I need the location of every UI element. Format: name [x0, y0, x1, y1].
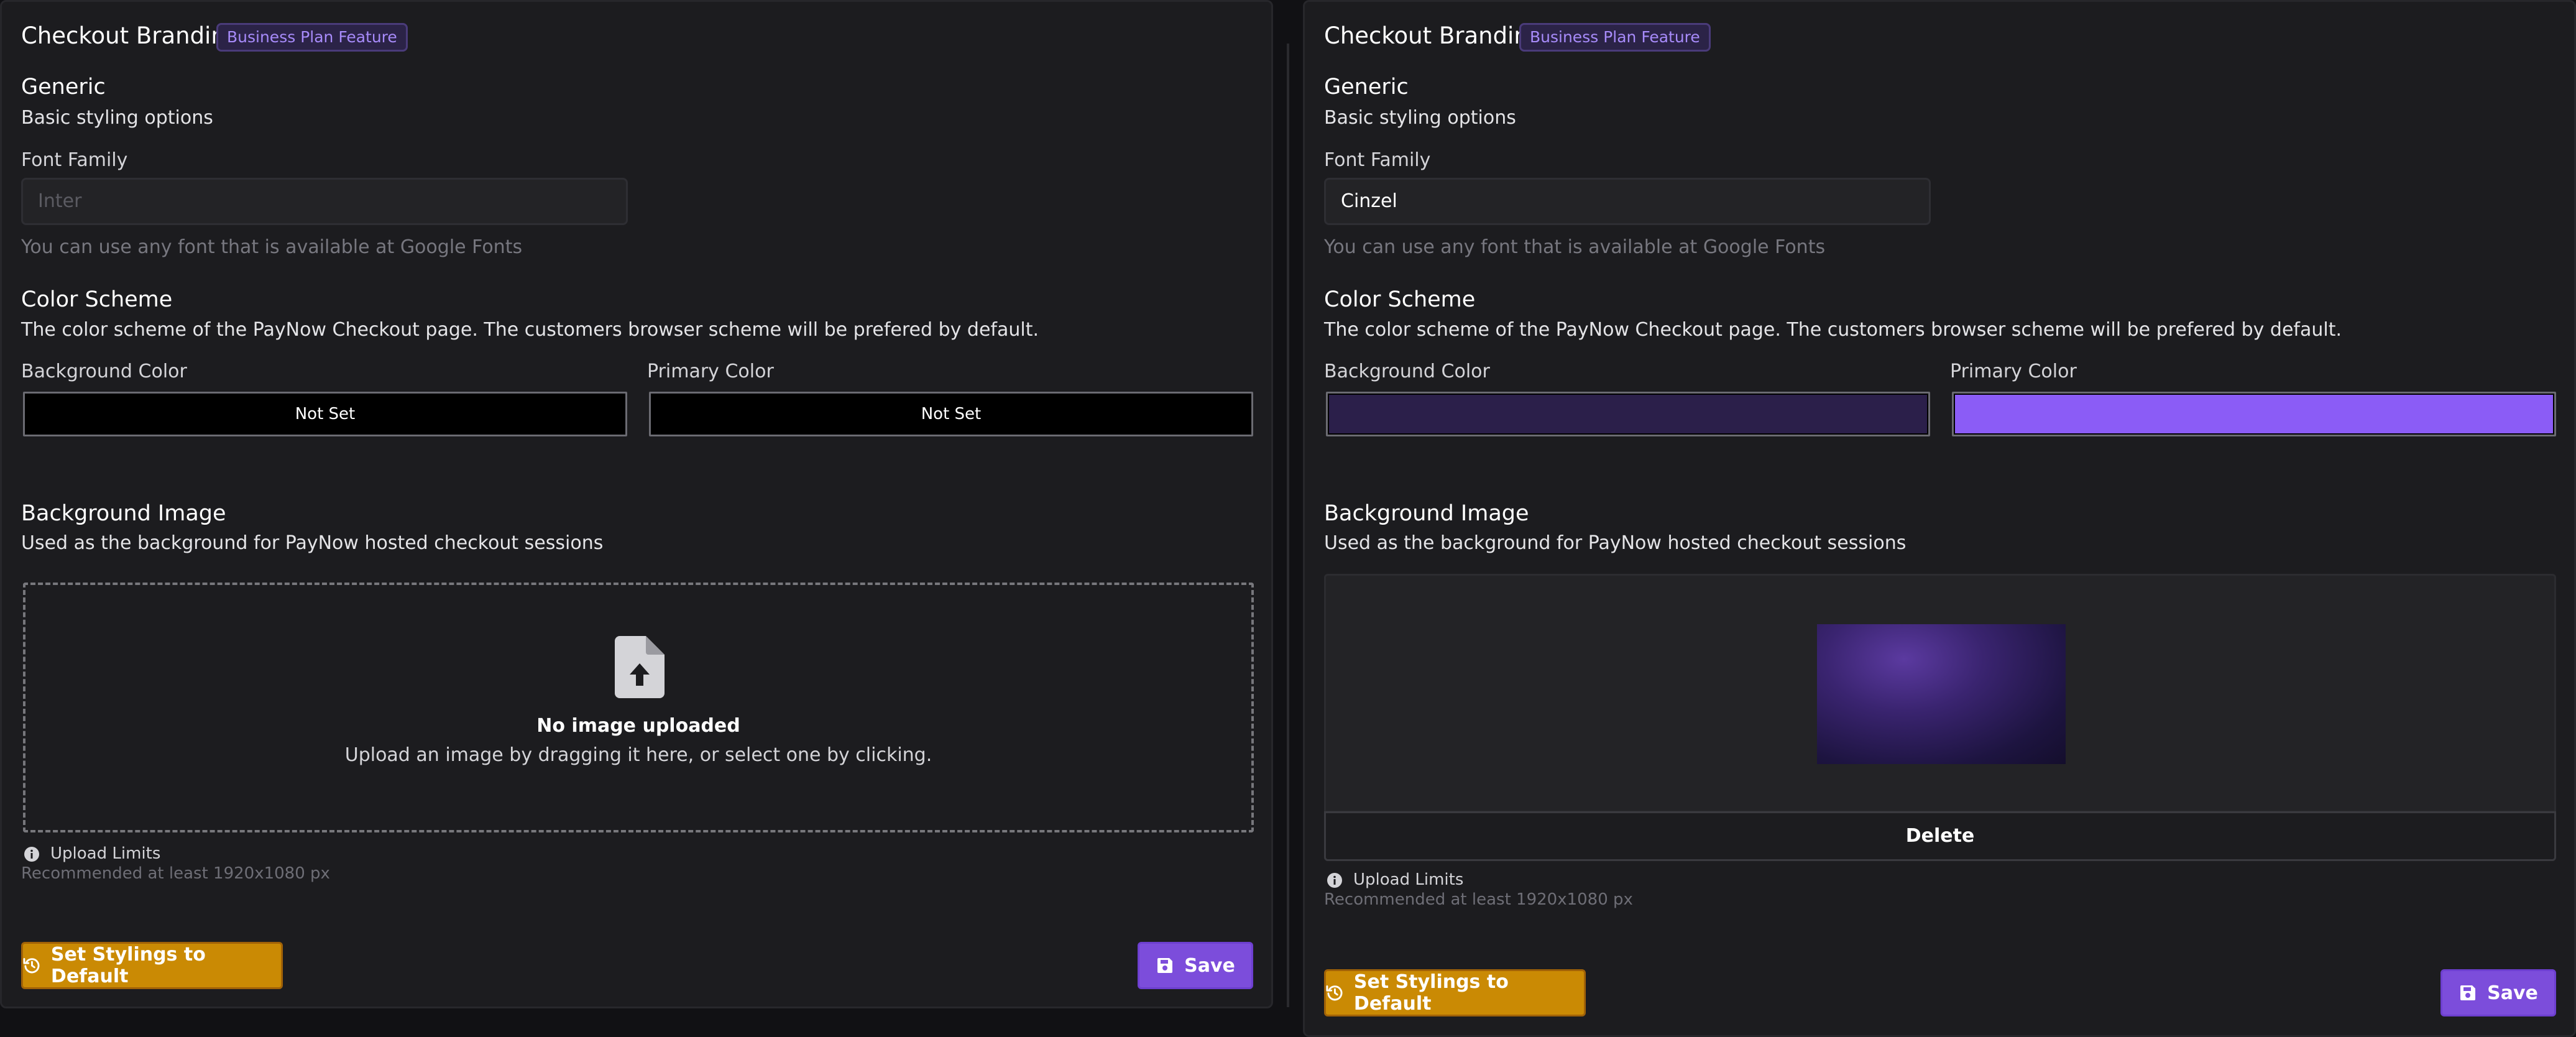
color-scheme-subtitle: The color scheme of the PayNow Checkout …	[21, 319, 1039, 341]
background-image-heading: Background Image	[21, 501, 226, 526]
info-icon	[1327, 873, 1342, 888]
set-stylings-default-label: Set Stylings to Default	[50, 944, 206, 987]
set-stylings-default-button[interactable]: Set Stylings to Default	[21, 942, 283, 989]
save-label: Save	[2487, 982, 2538, 1004]
color-scheme-subtitle: The color scheme of the PayNow Checkout …	[1324, 319, 2342, 341]
floppy-disk-icon	[1157, 958, 1173, 973]
image-dropzone[interactable]: No image uploaded Upload an image by dra…	[23, 583, 1254, 832]
background-color-picker[interactable]	[1326, 392, 1930, 436]
upload-limits-label: Upload Limits	[1353, 870, 1464, 889]
background-image-subtitle: Used as the background for PayNow hosted…	[21, 532, 604, 554]
panel-divider	[1287, 44, 1289, 1007]
primary-color-picker[interactable]: Not Set	[649, 392, 1253, 436]
generic-subtitle: Basic styling options	[1324, 107, 1516, 129]
font-family-hint: You can use any font that is available a…	[21, 236, 523, 258]
branding-panel-left: Checkout Branding Business Plan Feature …	[0, 0, 1273, 1008]
background-image-subtitle: Used as the background for PayNow hosted…	[1324, 532, 1907, 554]
save-label: Save	[1184, 954, 1235, 977]
primary-color-label: Primary Color	[1950, 361, 2077, 382]
dropzone-subtitle: Upload an image by dragging it here, or …	[344, 744, 932, 766]
set-stylings-default-button[interactable]: Set Stylings to Default	[1324, 969, 1586, 1016]
primary-color-label: Primary Color	[647, 361, 774, 382]
font-family-label: Font Family	[1324, 149, 1431, 171]
panel-title: Checkout Branding	[21, 22, 241, 49]
set-stylings-default-label: Set Stylings to Default	[1353, 971, 1509, 1015]
upload-limits-label: Upload Limits	[50, 844, 161, 863]
primary-color-picker[interactable]	[1952, 392, 2556, 436]
history-icon	[1326, 985, 1343, 1001]
save-button[interactable]: Save	[2440, 969, 2556, 1016]
background-color-picker[interactable]: Not Set	[23, 392, 627, 436]
image-preview[interactable]	[1324, 574, 2556, 813]
file-upload-icon	[615, 636, 665, 698]
info-icon	[24, 847, 39, 862]
font-family-input[interactable]: Inter	[21, 178, 628, 225]
font-family-hint: You can use any font that is available a…	[1324, 236, 1826, 258]
floppy-disk-icon	[2460, 985, 2476, 1000]
background-image-heading: Background Image	[1324, 501, 1529, 526]
background-color-label: Background Color	[21, 361, 187, 382]
branding-panel-right: Checkout Branding Business Plan Feature …	[1303, 0, 2576, 1037]
delete-image-button[interactable]: Delete	[1324, 811, 2556, 861]
generic-heading: Generic	[21, 75, 106, 99]
upload-limits-hint: Recommended at least 1920x1080 px	[1324, 890, 1633, 909]
dropzone-title: No image uploaded	[536, 715, 740, 737]
business-plan-badge: Business Plan Feature	[1519, 23, 1711, 52]
background-image-thumbnail	[1817, 624, 2066, 764]
color-scheme-heading: Color Scheme	[21, 287, 173, 312]
upload-limits-hint: Recommended at least 1920x1080 px	[21, 864, 330, 883]
panel-title: Checkout Branding	[1324, 22, 1543, 49]
history-icon	[23, 957, 40, 974]
save-button[interactable]: Save	[1138, 942, 1253, 989]
generic-heading: Generic	[1324, 75, 1409, 99]
color-scheme-heading: Color Scheme	[1324, 287, 1476, 312]
business-plan-badge: Business Plan Feature	[216, 23, 408, 52]
font-family-input[interactable]: Cinzel	[1324, 178, 1931, 225]
font-family-label: Font Family	[21, 149, 128, 171]
background-color-label: Background Color	[1324, 361, 1490, 382]
generic-subtitle: Basic styling options	[21, 107, 213, 129]
